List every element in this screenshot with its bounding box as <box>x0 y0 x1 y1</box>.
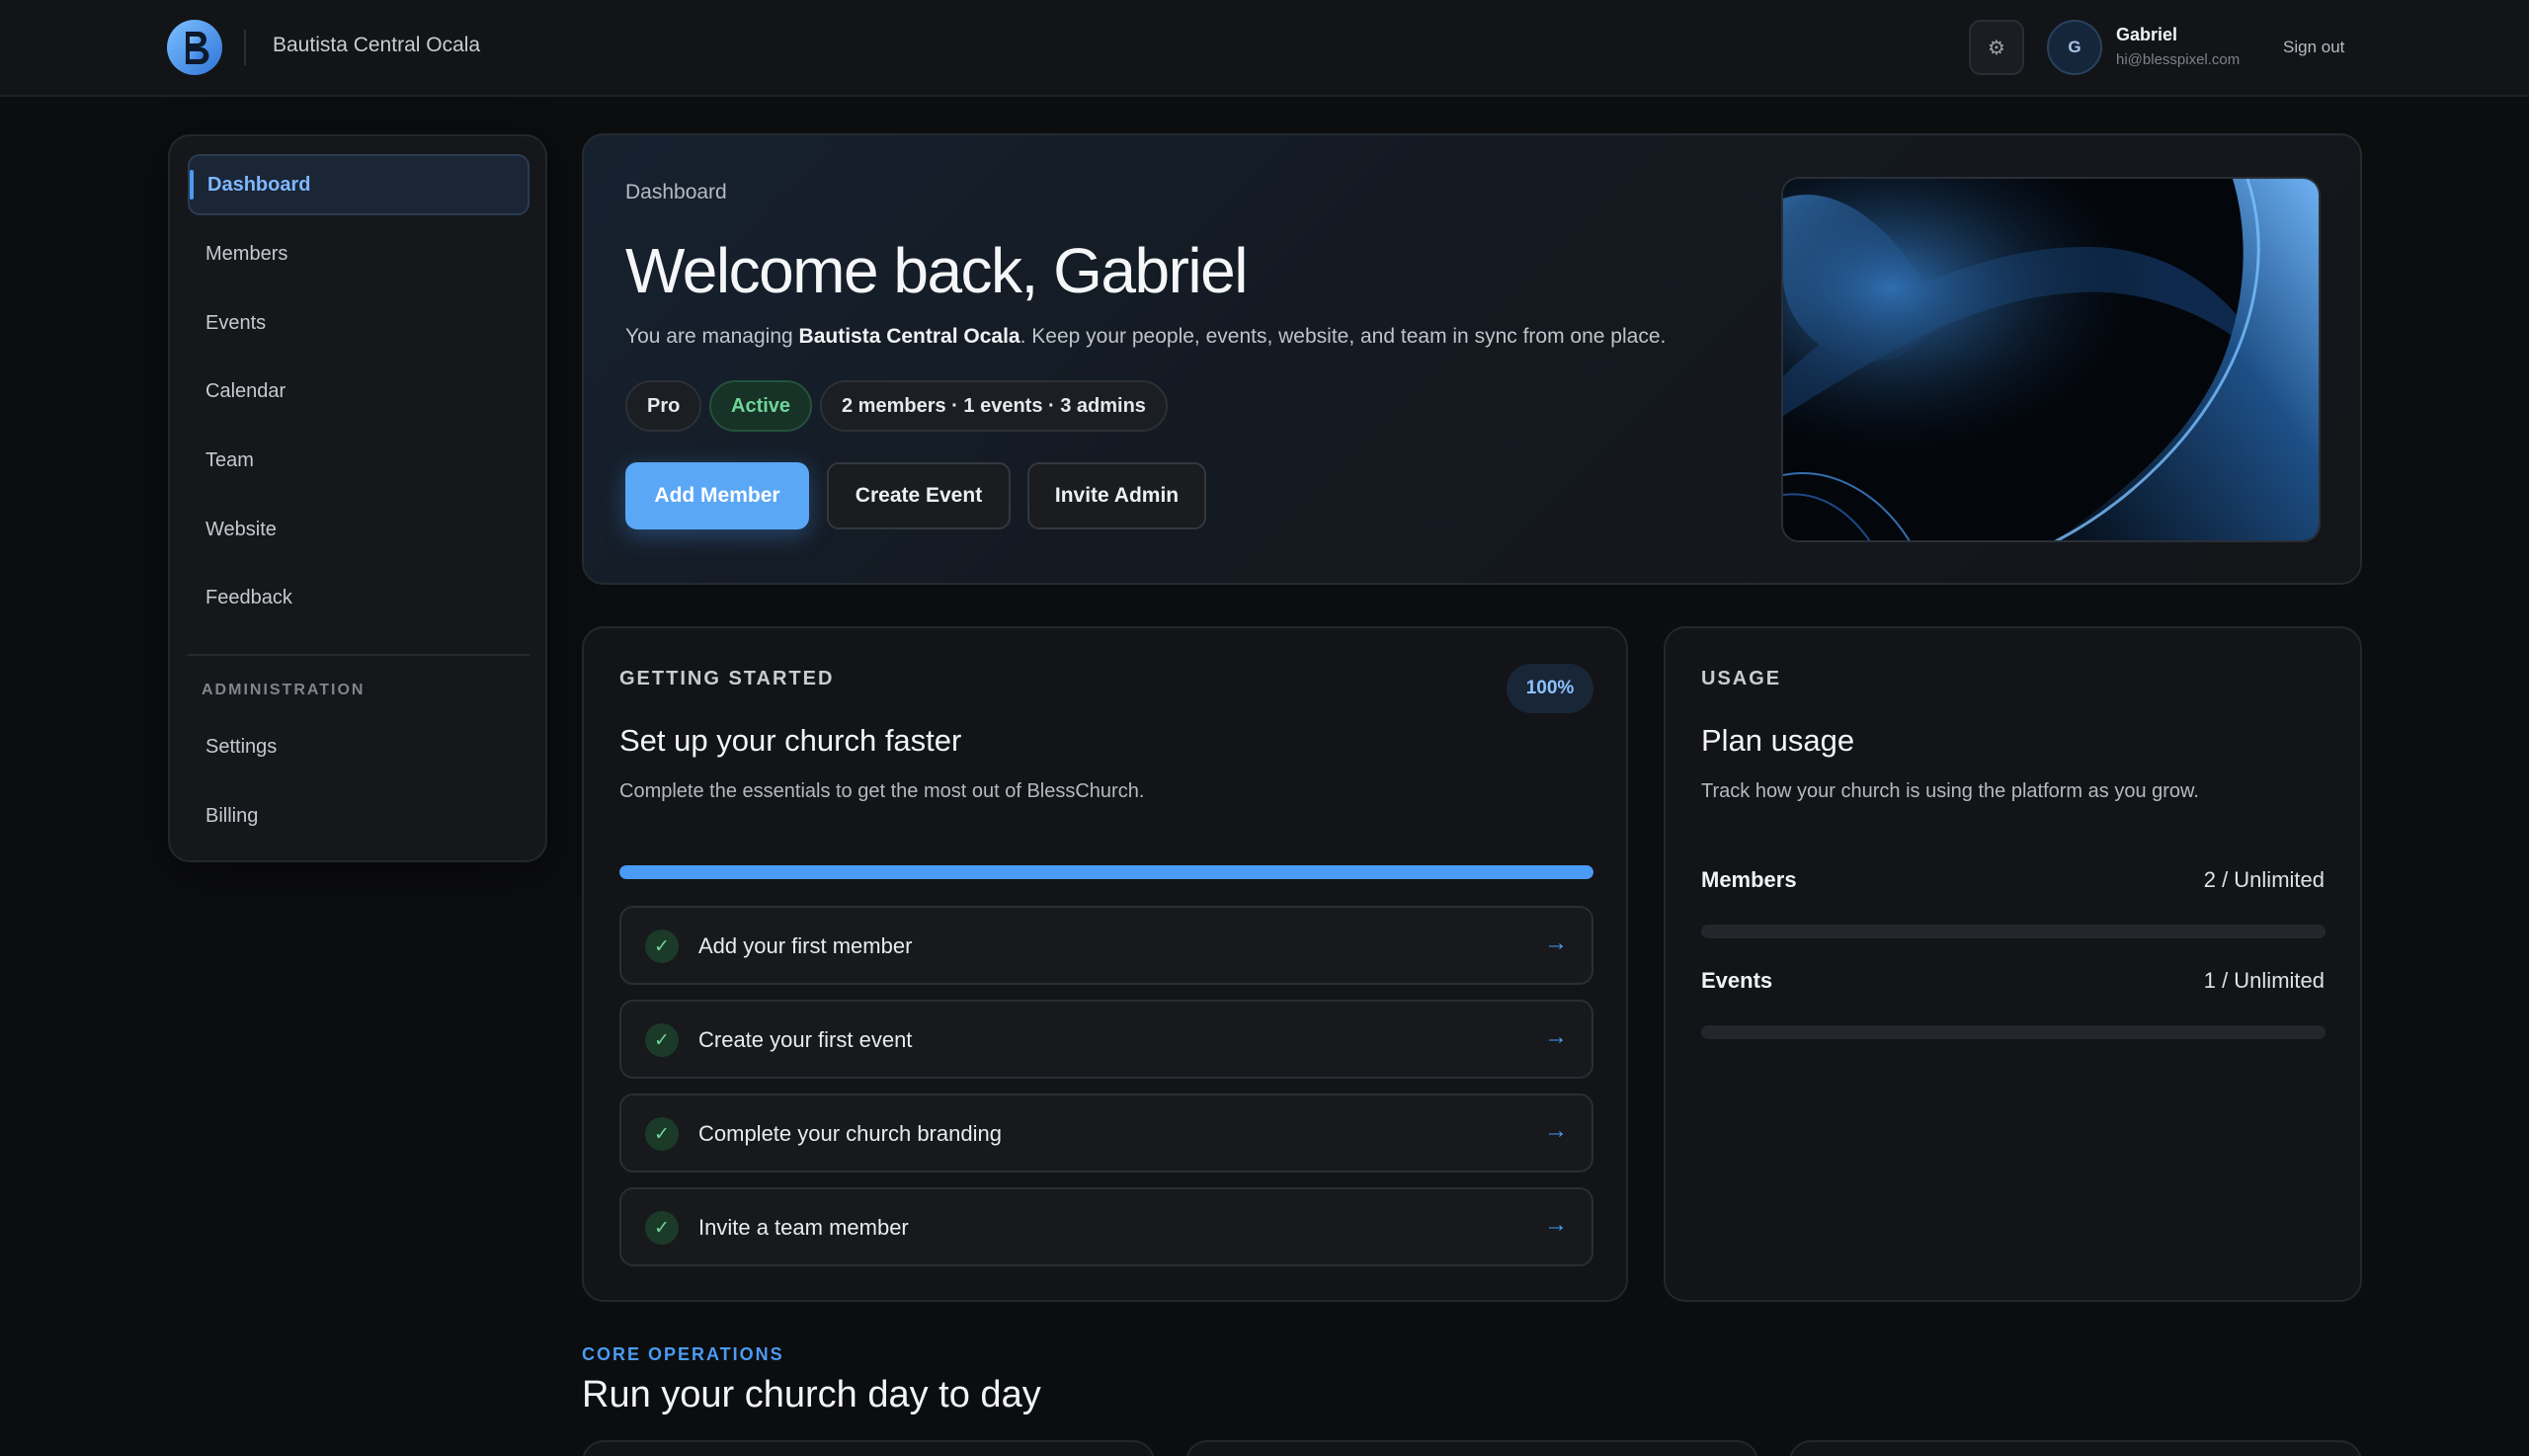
sidebar-item-website[interactable]: Website <box>188 499 530 560</box>
hero-subtitle-suffix: . Keep your people, events, website, and… <box>1020 325 1667 348</box>
sidebar-divider <box>188 654 530 656</box>
usage-title: Plan usage <box>1701 723 1855 758</box>
sign-out-button[interactable]: Sign out <box>2283 38 2344 57</box>
hero-subtitle-prefix: You are managing <box>625 325 799 348</box>
breadcrumb: Dashboard <box>625 181 727 203</box>
sidebar-item-settings[interactable]: Settings <box>188 716 530 777</box>
usage-members-bar <box>1701 925 2325 938</box>
arrow-right-icon: → <box>1544 1117 1568 1144</box>
task-label: Create your first event <box>698 1027 913 1052</box>
user-email: hi@blesspixel.com <box>2116 51 2241 68</box>
avatar[interactable]: G <box>2047 20 2102 75</box>
add-member-button[interactable]: Add Member <box>625 462 809 529</box>
status-badge: Active <box>709 380 813 432</box>
arrow-right-icon: → <box>1544 1211 1568 1238</box>
gear-icon: ⚙ <box>1988 37 2005 59</box>
progress-percent-badge: 100% <box>1507 664 1593 713</box>
page-title: Welcome back, Gabriel <box>625 235 1248 306</box>
getting-started-title: Set up your church faster <box>619 723 962 758</box>
task-create-first-event[interactable]: ✓ Create your first event → <box>619 1000 1593 1079</box>
setup-progress-bar <box>619 865 1593 879</box>
arrow-right-icon: → <box>1544 930 1568 956</box>
sidebar-item-members[interactable]: Members <box>188 223 530 284</box>
getting-started-description: Complete the essentials to get the most … <box>619 780 1145 802</box>
sidebar-item-team[interactable]: Team <box>188 430 530 491</box>
usage-eyebrow: USAGE <box>1701 668 1782 689</box>
stats-badge: 2 members · 1 events · 3 admins <box>820 380 1168 432</box>
core-operations-title: Run your church day to day <box>582 1374 1041 1416</box>
usage-events-bar <box>1701 1025 2325 1039</box>
hero-abstract-image <box>1781 177 2321 542</box>
sidebar-item-dashboard[interactable]: Dashboard <box>188 154 530 215</box>
usage-card: USAGE Plan usage Track how your church i… <box>1664 626 2362 1302</box>
user-name: Gabriel <box>2116 25 2178 44</box>
task-add-first-member[interactable]: ✓ Add your first member → <box>619 906 1593 985</box>
sidebar-item-feedback[interactable]: Feedback <box>188 567 530 628</box>
task-invite-team-member[interactable]: ✓ Invite a team member → <box>619 1187 1593 1266</box>
hero-subtitle-church: Bautista Central Ocala <box>798 325 1020 348</box>
check-icon: ✓ <box>645 930 679 963</box>
sidebar: Dashboard Members Events Calendar Team W… <box>168 134 547 862</box>
check-icon: ✓ <box>645 1117 679 1151</box>
check-icon: ✓ <box>645 1023 679 1057</box>
operation-card[interactable] <box>582 1440 1155 1456</box>
getting-started-card: GETTING STARTED 100% Set up your church … <box>582 626 1628 1302</box>
usage-events-label: Events <box>1701 968 1773 993</box>
hero-subtitle: You are managing Bautista Central Ocala.… <box>625 325 1666 349</box>
sidebar-item-billing[interactable]: Billing <box>188 785 530 847</box>
setup-progress-fill <box>619 865 1593 879</box>
sidebar-section-administration: ADMINISTRATION <box>202 682 366 698</box>
check-icon: ✓ <box>645 1211 679 1245</box>
task-label: Invite a team member <box>698 1215 909 1240</box>
settings-button[interactable]: ⚙ <box>1969 20 2024 75</box>
core-operations-eyebrow: CORE OPERATIONS <box>582 1344 784 1364</box>
welcome-hero: Dashboard Welcome back, Gabriel You are … <box>582 133 2362 585</box>
usage-events-value: 1 / Unlimited <box>2203 968 2325 993</box>
sidebar-item-calendar[interactable]: Calendar <box>188 361 530 422</box>
create-event-button[interactable]: Create Event <box>827 462 1011 529</box>
church-name: Bautista Central Ocala <box>273 34 481 56</box>
usage-members-label: Members <box>1701 867 1797 892</box>
usage-members-value: 2 / Unlimited <box>2203 867 2325 892</box>
operation-card[interactable] <box>1789 1440 2362 1456</box>
task-complete-branding[interactable]: ✓ Complete your church branding → <box>619 1093 1593 1173</box>
task-label: Add your first member <box>698 933 913 958</box>
getting-started-eyebrow: GETTING STARTED <box>619 668 835 689</box>
task-label: Complete your church branding <box>698 1121 1002 1146</box>
arrow-right-icon: → <box>1544 1023 1568 1050</box>
header-divider <box>244 30 246 65</box>
top-bar: Bautista Central Ocala ⚙ G Gabriel hi@bl… <box>0 0 2529 97</box>
invite-admin-button[interactable]: Invite Admin <box>1027 462 1206 529</box>
operation-card[interactable] <box>1185 1440 1758 1456</box>
sidebar-item-events[interactable]: Events <box>188 292 530 354</box>
blesschurch-logo-icon[interactable] <box>166 18 223 77</box>
usage-description: Track how your church is using the platf… <box>1701 780 2199 802</box>
plan-badge: Pro <box>625 380 702 432</box>
